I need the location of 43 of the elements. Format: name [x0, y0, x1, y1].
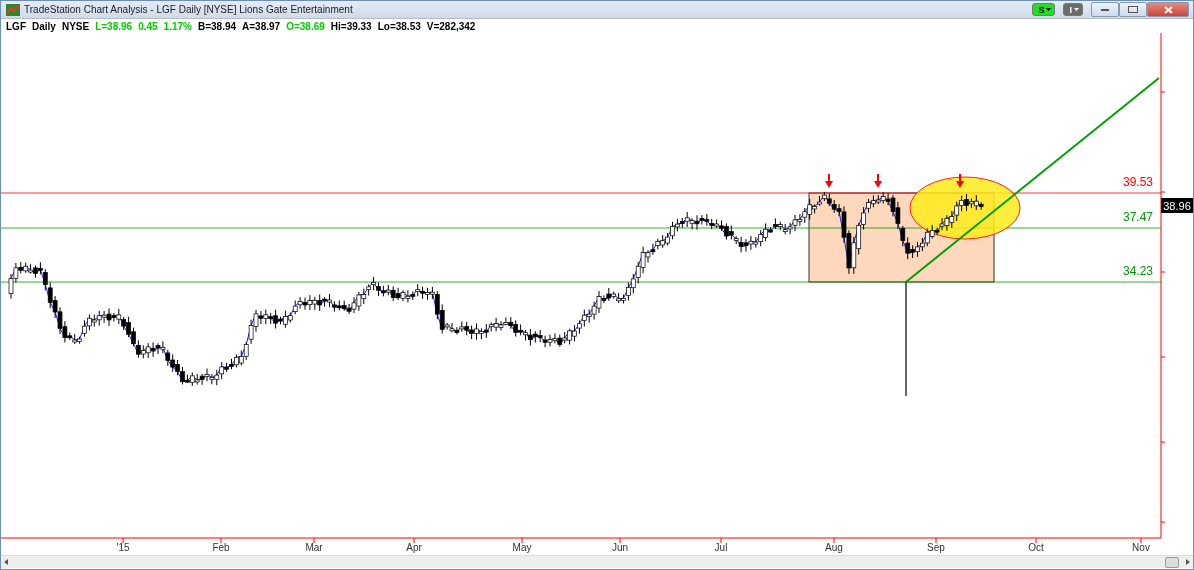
- close-icon: [1163, 5, 1173, 14]
- window-title: TradeStation Chart Analysis - LGF Daily [NYSE] Lions Gate Entertainment: [24, 4, 353, 15]
- legend-value: A=38.97: [242, 20, 281, 32]
- legend-value: L=38.96: [95, 20, 133, 32]
- legend-value: O=38.69: [286, 20, 325, 32]
- down-arrow-icon: [825, 173, 833, 188]
- legend-value: 0.45: [138, 20, 158, 32]
- minimize-button[interactable]: [1091, 2, 1119, 17]
- legend-value: Lo=38.53: [377, 20, 421, 32]
- x-axis-label: Jul: [714, 542, 728, 553]
- maximize-button[interactable]: [1119, 2, 1147, 17]
- legend-value: B=38.94: [197, 20, 237, 32]
- down-arrow-icon: [874, 173, 882, 188]
- x-axis-label: Feb: [212, 542, 230, 553]
- x-axis-label: Sep: [927, 542, 945, 553]
- scroll-left-icon[interactable]: [4, 559, 8, 565]
- x-axis-label: Oct: [1028, 542, 1044, 553]
- price-level-label: 39.53: [1122, 175, 1153, 189]
- scrollbar-thumb[interactable]: [1165, 556, 1179, 568]
- x-axis-label: Jun: [611, 542, 629, 553]
- price-level-label: 34.23: [1122, 264, 1153, 278]
- x-axis-label: Mar: [305, 542, 323, 553]
- x-axis-label: Aug: [825, 542, 843, 553]
- legend-value: V=282,342: [426, 20, 476, 32]
- toolbar-dropdown-button[interactable]: S: [1032, 3, 1056, 16]
- chart-app-icon: [6, 3, 20, 16]
- legend-value: NYSE: [61, 20, 90, 32]
- legend-value: Hi=39.33: [330, 20, 372, 32]
- last-price-tag: 38.96: [1161, 198, 1193, 213]
- x-axis-label: May: [512, 542, 532, 553]
- legend-value: Daily: [32, 20, 56, 32]
- close-button[interactable]: [1147, 2, 1189, 17]
- legend-value: LGF: [6, 20, 26, 32]
- x-axis-label: Nov: [1132, 542, 1150, 553]
- legend-value: 1.17%: [163, 20, 192, 32]
- price-level-label: 37.47: [1122, 210, 1153, 224]
- caret-icon: [1074, 8, 1079, 11]
- caret-icon: [1046, 8, 1052, 11]
- toolbar-dropdown-button[interactable]: I: [1063, 3, 1083, 16]
- scroll-right-icon[interactable]: [1186, 559, 1190, 565]
- x-axis-label: Apr: [406, 542, 422, 553]
- x-axis-label: '15: [116, 542, 130, 553]
- down-arrow-icon: [956, 173, 964, 188]
